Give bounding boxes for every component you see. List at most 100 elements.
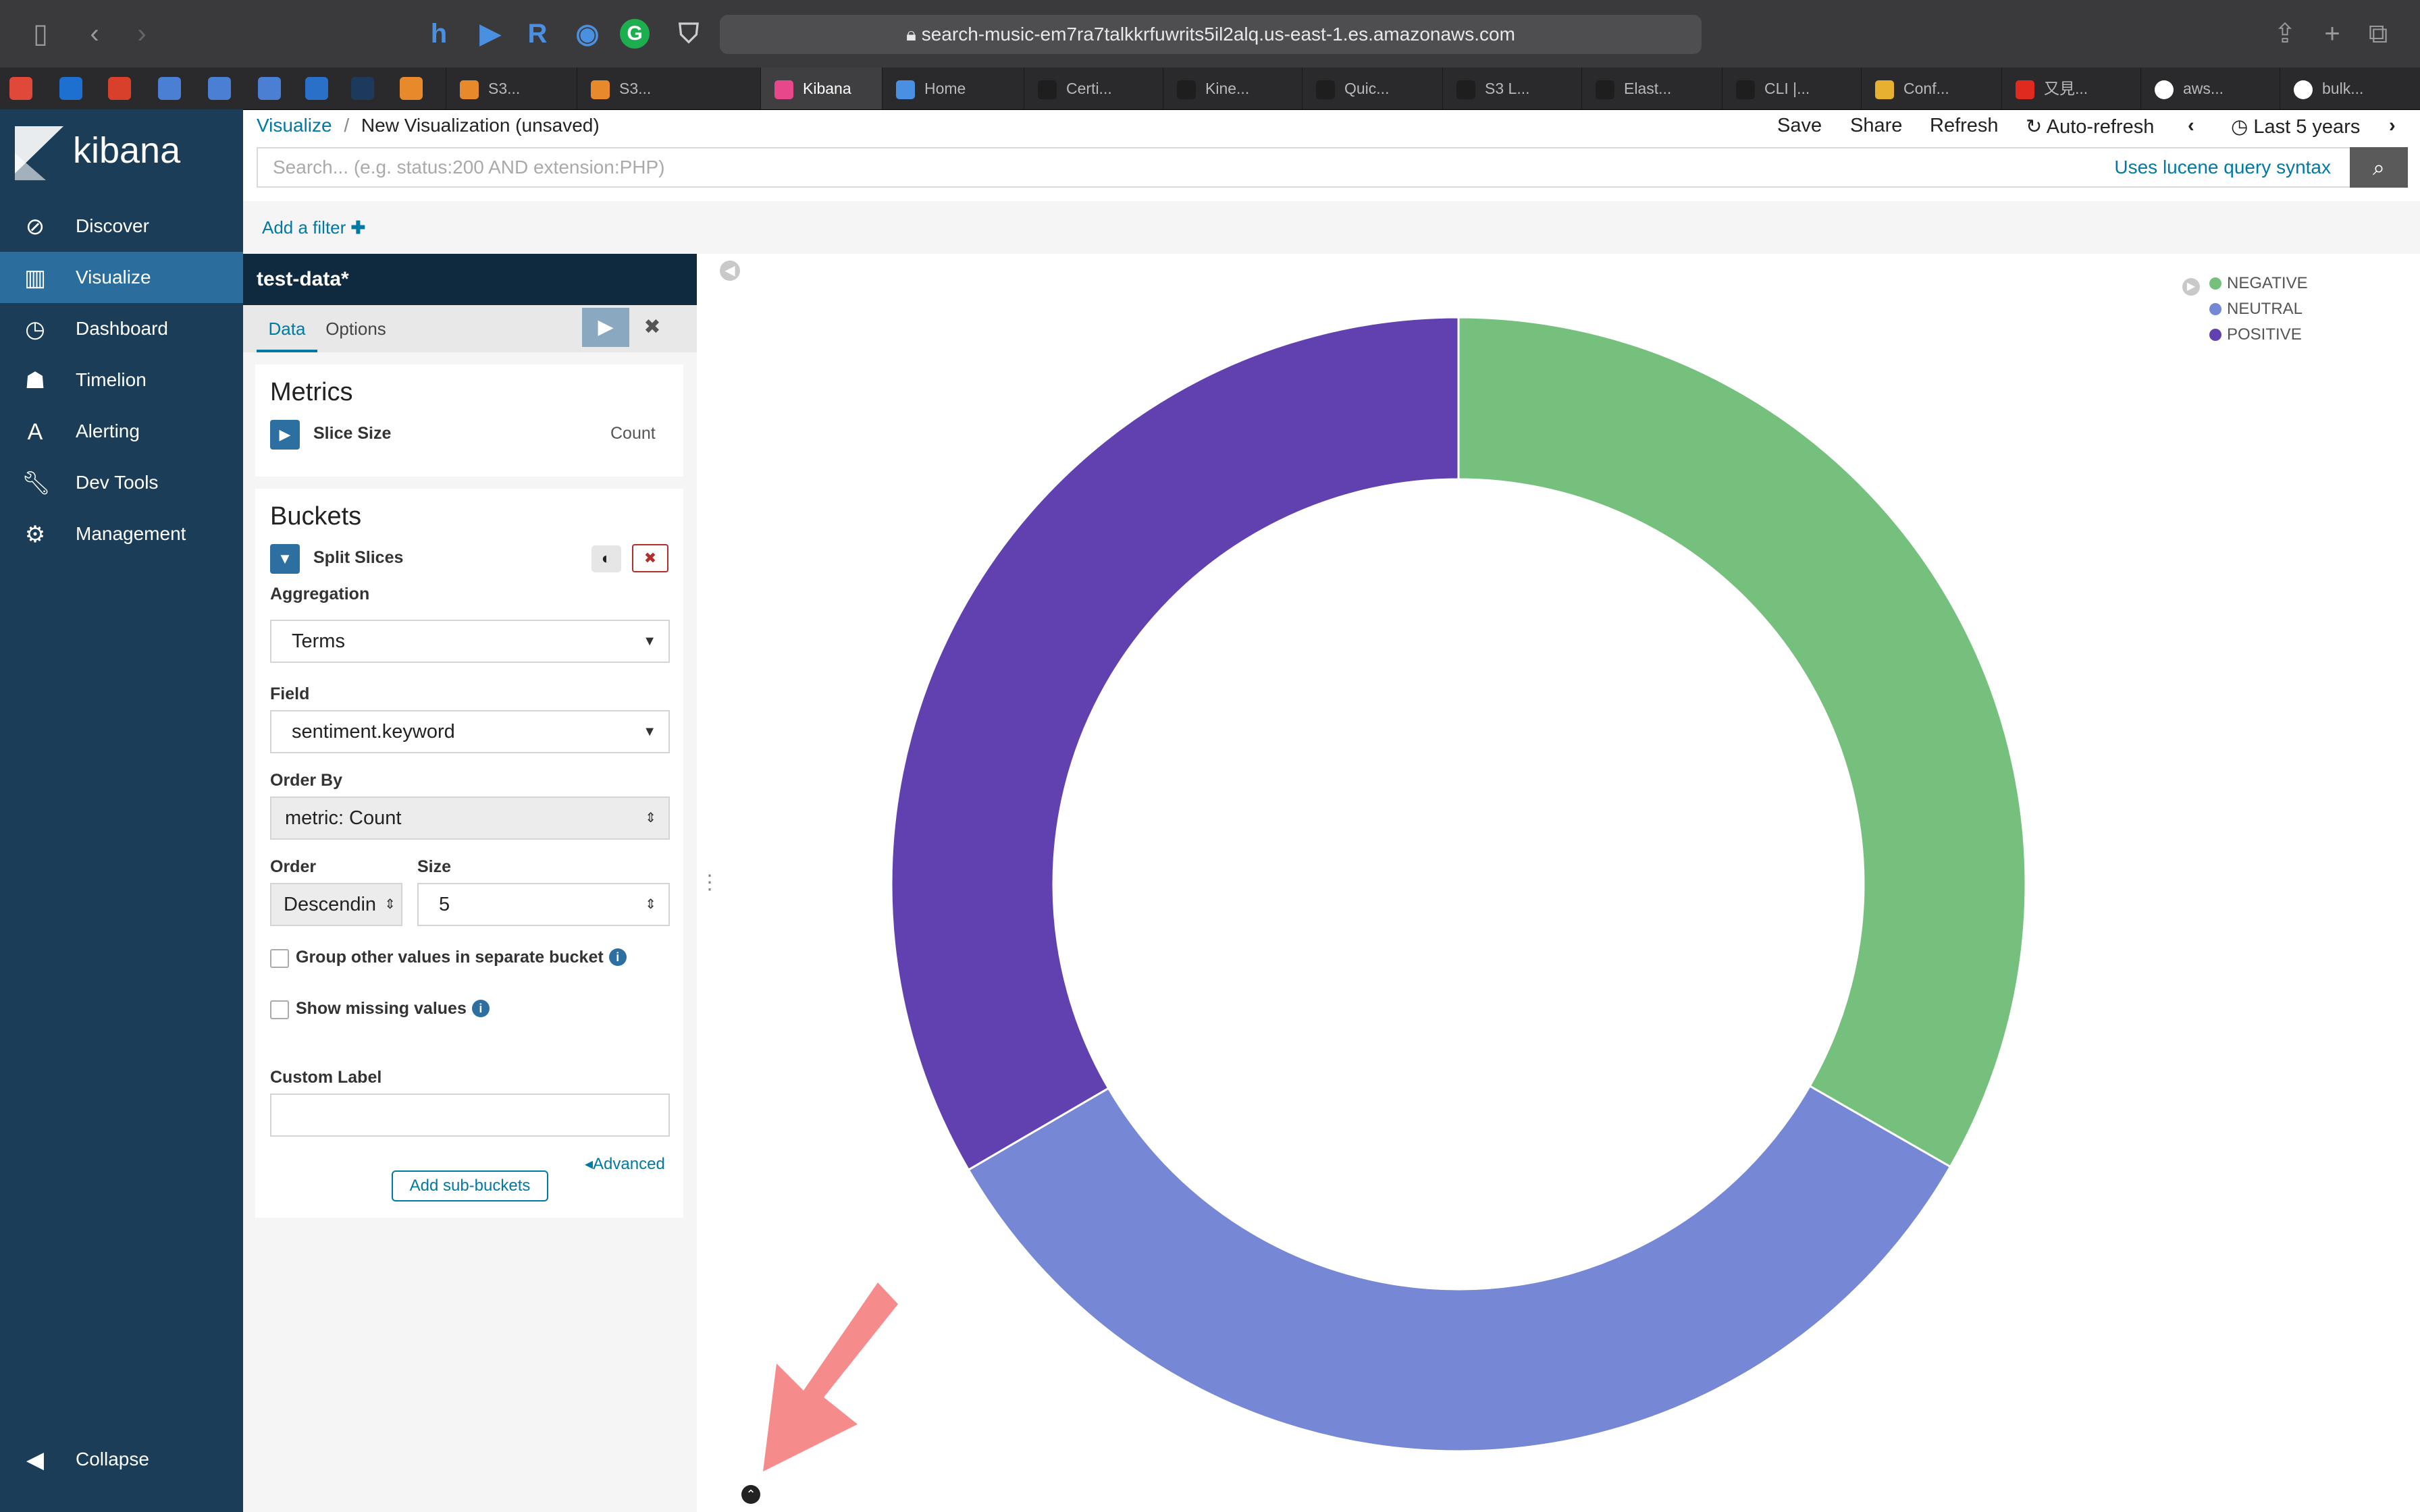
tab-bulk-google[interactable]: bulk... <box>2280 68 2420 109</box>
tab-home[interactable]: Home <box>882 68 1024 109</box>
collapse-chevron-icon[interactable]: ▼ <box>270 544 300 574</box>
nav-visualize[interactable]: ▥ Visualize <box>0 252 243 303</box>
new-tab-icon[interactable]: + <box>2316 18 2348 50</box>
stepper-icon[interactable]: ⇕ <box>645 884 656 925</box>
office-favicon[interactable] <box>108 77 131 100</box>
tab-s3-2[interactable]: S3... <box>577 68 760 109</box>
tab-certi[interactable]: Certi... <box>1024 68 1163 109</box>
advanced-toggle[interactable]: ◂Advanced <box>585 1154 665 1174</box>
apply-button[interactable]: ▶ <box>582 308 629 347</box>
nav-collapse[interactable]: ◀ Collapse <box>0 1434 243 1485</box>
translate2-favicon[interactable] <box>208 77 231 100</box>
info-icon[interactable]: i <box>471 1000 490 1017</box>
updown-icon: ⇕ <box>645 811 656 826</box>
extension-r-icon[interactable]: R <box>520 16 555 51</box>
alerting-icon: A <box>27 419 43 445</box>
search-button[interactable]: ⌕ <box>2350 147 2408 188</box>
donut-slice-negative[interactable] <box>1457 316 2027 1168</box>
breadcrumb-visualize-link[interactable]: Visualize <box>257 115 332 136</box>
legend-item-positive[interactable]: POSITIVE <box>2209 325 2302 344</box>
aggregation-select[interactable]: Terms ▼ <box>270 620 670 663</box>
show-missing-checkbox[interactable] <box>270 1000 289 1019</box>
info-icon[interactable]: i <box>608 948 627 966</box>
auto-refresh-button[interactable]: ↻ Auto-refresh <box>2026 115 2154 138</box>
time-picker[interactable]: ◷ Last 5 years <box>2231 115 2360 138</box>
group-other-checkbox[interactable] <box>270 949 289 968</box>
address-bar[interactable]: 🔒︎ search-music-em7ra7talkkrfuwrits5il2a… <box>720 15 1702 54</box>
tab-aws-google[interactable]: aws... <box>2140 68 2280 109</box>
extension-shield-icon[interactable]: ⛉ <box>671 16 706 51</box>
arrow-favicon[interactable] <box>351 77 374 100</box>
outlook-favicon[interactable] <box>59 77 82 100</box>
breadcrumb: Visualize / New Visualization (unsaved) <box>257 115 600 136</box>
nav-discover[interactable]: ⊘ Discover <box>0 200 243 252</box>
extension-h-icon[interactable]: h <box>421 16 456 51</box>
grid-favicon[interactable] <box>258 77 281 100</box>
gear-icon: ⚙ <box>24 522 46 547</box>
time-prev-icon[interactable]: ‹ <box>2188 115 2194 137</box>
field-label: Field <box>270 684 310 703</box>
kibana-logo-icon[interactable] <box>12 126 66 180</box>
tab-options[interactable]: Options <box>319 305 393 352</box>
refresh-button[interactable]: Refresh <box>1930 115 1999 137</box>
tab-kine[interactable]: Kine... <box>1163 68 1302 109</box>
tab-s3-1[interactable]: S3... <box>446 68 577 109</box>
nav-alerting[interactable]: A Alerting <box>0 406 243 457</box>
expand-chevron-icon[interactable]: ▶ <box>270 420 300 450</box>
timelion-icon: ☗ <box>24 368 46 394</box>
tab-elast[interactable]: Elast... <box>1581 68 1722 109</box>
add-sub-buckets-button[interactable]: Add sub-buckets <box>392 1170 548 1202</box>
spy-toggle-icon[interactable]: ⌃ <box>741 1485 760 1504</box>
nav-dev-tools[interactable]: 🔧︎ Dev Tools <box>0 457 243 508</box>
legend-toggle-icon[interactable]: ▶ <box>2182 278 2200 296</box>
donut-slice-neutral[interactable] <box>967 1084 1952 1453</box>
forward-icon[interactable]: › <box>126 18 158 50</box>
add-filter-link[interactable]: Add a filter ✚ <box>262 217 365 238</box>
order-label: Order <box>270 857 317 876</box>
tab-overview-icon[interactable]: ⧉ <box>2362 18 2394 50</box>
nav-timelion[interactable]: ☗ Timelion <box>0 354 243 406</box>
tab-conf[interactable]: Conf... <box>1861 68 2001 109</box>
donut-slice-positive[interactable] <box>890 316 1460 1172</box>
back-icon[interactable]: ‹ <box>78 18 111 50</box>
size-input[interactable]: 5 ⇕ <box>417 883 670 926</box>
sidebar-toggle-icon[interactable]: ▯ <box>24 18 57 50</box>
tab-data[interactable]: Data <box>257 305 317 352</box>
share-button[interactable]: Share <box>1850 115 1902 137</box>
tab-kibana[interactable]: Kibana <box>760 68 882 109</box>
clock-icon: ◷ <box>2231 116 2254 138</box>
app-favicon[interactable] <box>305 77 328 100</box>
slice-size-label[interactable]: Slice Size <box>313 424 391 443</box>
time-next-icon[interactable]: › <box>2389 115 2396 137</box>
field-select[interactable]: sentiment.keyword ▼ <box>270 710 670 753</box>
share-icon[interactable]: ⇪ <box>2269 18 2301 50</box>
search-placeholder: Search... (e.g. status:200 AND extension… <box>273 157 665 178</box>
extension-grammarly-icon[interactable]: G <box>620 19 650 49</box>
tab-cli[interactable]: CLI |... <box>1722 68 1861 109</box>
tab-quic[interactable]: Quic... <box>1302 68 1442 109</box>
search-input[interactable]: Search... (e.g. status:200 AND extension… <box>257 147 2351 188</box>
split-slices-label[interactable]: Split Slices <box>313 548 403 568</box>
gmail-favicon[interactable] <box>9 77 32 100</box>
save-button[interactable]: Save <box>1777 115 1822 137</box>
discard-button[interactable]: ✖ <box>631 308 674 347</box>
nav-management[interactable]: ⚙ Management <box>0 508 243 560</box>
tab-s3-l[interactable]: S3 L... <box>1442 68 1581 109</box>
legend-item-neutral[interactable]: NEUTRAL <box>2209 300 2303 319</box>
extension-password-icon[interactable]: ◉ <box>570 16 605 51</box>
extension-play-icon[interactable]: ▶ <box>473 16 508 51</box>
translate-favicon[interactable] <box>158 77 181 100</box>
order-select[interactable]: Descendin ⇕ <box>270 883 402 926</box>
kibana-sidebar: kibana ⊘ Discover ▥ Visualize ◷ Dashboar… <box>0 109 243 1512</box>
aws-favicon[interactable] <box>400 77 423 100</box>
legend-item-negative[interactable]: NEGATIVE <box>2209 274 2308 293</box>
remove-bucket-icon[interactable]: ✖ <box>632 544 668 572</box>
index-pattern-title: test-data* <box>243 254 697 305</box>
nav-dashboard[interactable]: ◷ Dashboard <box>0 303 243 354</box>
custom-label-input[interactable] <box>270 1094 670 1137</box>
kibana-brand[interactable]: kibana <box>73 130 180 171</box>
lucene-syntax-link[interactable]: Uses lucene query syntax <box>2114 148 2331 186</box>
toggle-icon[interactable]: ◐ <box>591 545 621 572</box>
order-by-select[interactable]: metric: Count ⇕ <box>270 796 670 840</box>
tab-youtube[interactable]: 又見... <box>2001 68 2140 109</box>
